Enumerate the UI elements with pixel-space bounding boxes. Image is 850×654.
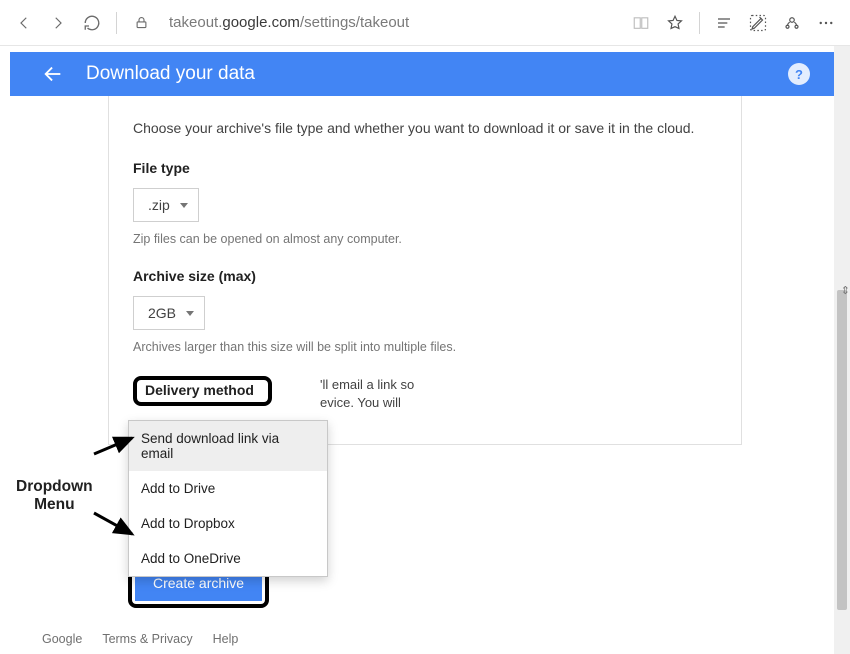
toolbar-separator [699,12,700,34]
footer-link[interactable]: Terms & Privacy [102,632,192,646]
annotation-line1: Dropdown [16,478,93,495]
annotation-arrow-icon [92,432,140,458]
annotation-arrow-icon [92,510,140,540]
dropdown-option[interactable]: Add to OneDrive [129,541,327,576]
share-icon[interactable] [782,13,802,33]
refresh-icon[interactable] [82,13,102,33]
archive-size-select[interactable]: 2GB [133,296,205,330]
favorite-star-icon[interactable] [665,13,685,33]
file-type-value: .zip [148,197,170,213]
delivery-method-dropdown: Send download link via email Add to Driv… [128,420,328,577]
intro-text: Choose your archive's file type and whet… [133,120,717,136]
file-type-section: File type .zip Zip files can be opened o… [133,160,717,246]
toolbar-right [631,12,836,34]
toolbar-separator [116,12,117,34]
help-icon[interactable]: ? [788,63,810,85]
hub-icon[interactable] [714,13,734,33]
archive-size-value: 2GB [148,305,176,321]
url-host: google.com [222,14,300,31]
page-title: Download your data [86,63,788,85]
back-icon[interactable] [14,13,34,33]
annotation-line2: Menu [34,496,74,513]
footer-link[interactable]: Help [213,632,239,646]
address-bar[interactable]: takeout.google.com/settings/takeout [169,14,409,31]
archive-size-section: Archive size (max) 2GB Archives larger t… [133,268,717,354]
footer-links: Google Terms & Privacy Help [42,632,238,646]
chevron-down-icon [186,311,194,316]
lock-icon [131,13,151,33]
header-back-icon[interactable] [40,61,66,87]
browser-toolbar: takeout.google.com/settings/takeout [0,0,850,46]
archive-size-helper: Archives larger than this size will be s… [133,340,473,354]
file-type-label: File type [133,160,717,176]
delivery-hint-partial: 'll email a link so evice. You will [320,376,440,412]
page-header: Download your data ? [10,52,840,96]
scrollbar-track[interactable] [834,46,850,654]
annotation-label: Dropdown Menu [16,478,93,514]
file-type-helper: Zip files can be opened on almost any co… [133,232,473,246]
dropdown-option[interactable]: Add to Drive [129,471,327,506]
dropdown-option[interactable]: Add to Dropbox [129,506,327,541]
reading-view-icon[interactable] [631,13,651,33]
url-path: /settings/takeout [300,14,409,31]
archive-size-label: Archive size (max) [133,268,717,284]
resize-caret-icon: ⇕ [841,284,850,297]
notes-icon[interactable] [748,13,768,33]
chevron-down-icon [180,203,188,208]
dropdown-option[interactable]: Send download link via email [129,421,327,471]
url-prefix: takeout. [169,14,222,31]
forward-icon[interactable] [48,13,68,33]
scrollbar-thumb[interactable] [837,290,847,610]
footer-link[interactable]: Google [42,632,82,646]
delivery-method-label: Delivery method [133,376,272,406]
more-icon[interactable] [816,13,836,33]
file-type-select[interactable]: .zip [133,188,199,222]
